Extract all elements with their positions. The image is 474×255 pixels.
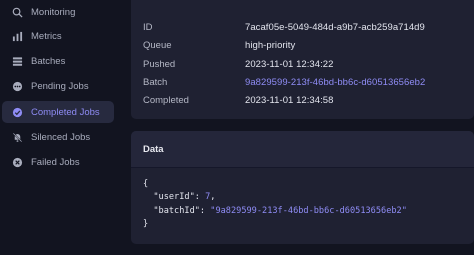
json-value-batch-id: "9a829599-213f-46bd-bb6c-d60513656eb2"	[210, 205, 407, 216]
detail-row-pushed: Pushed 2023-11-01 12:34:22	[143, 57, 474, 71]
sidebar-item-completed-jobs[interactable]: Completed Jobs	[2, 101, 114, 123]
sidebar-item-label: Failed Jobs	[31, 156, 80, 168]
sidebar-item-label: Silenced Jobs	[31, 131, 91, 143]
horizon-app: Monitoring Metrics Batches Pending Jobs …	[0, 0, 474, 255]
search-icon	[11, 6, 23, 18]
stack-icon	[11, 55, 23, 67]
job-data-json: { "userId": 7, "batchId": "9a829599-213f…	[143, 179, 407, 230]
data-card: Data { "userId": 7, "batchId": "9a829599…	[131, 131, 474, 244]
detail-row-id: ID 7acaf05e-5049-484d-a9b7-acb259a714d9	[143, 20, 474, 34]
sidebar-item-failed-jobs[interactable]: Failed Jobs	[2, 151, 114, 173]
pending-icon	[11, 80, 23, 92]
x-circle-icon	[11, 156, 23, 168]
detail-label: Pushed	[143, 58, 176, 70]
json-open-brace: {	[143, 179, 149, 189]
sidebar-item-label: Completed Jobs	[31, 106, 100, 118]
sidebar-item-label: Pending Jobs	[31, 80, 89, 92]
job-details-card: ID 7acaf05e-5049-484d-a9b7-acb259a714d9 …	[131, 0, 474, 119]
sidebar-item-silenced-jobs[interactable]: Silenced Jobs	[2, 126, 114, 148]
sidebar-item-label: Metrics	[31, 30, 62, 42]
bell-off-icon	[11, 131, 23, 143]
json-key-batch-id: "batchId":	[153, 205, 211, 216]
completed-value: 2023-11-01 12:34:58	[245, 94, 334, 106]
detail-label: Batch	[143, 76, 168, 88]
sidebar-item-pending-jobs[interactable]: Pending Jobs	[2, 75, 114, 97]
detail-row-batch: Batch 9a829599-213f-46bd-bb6c-d60513656e…	[143, 75, 474, 89]
sidebar-item-batches[interactable]: Batches	[2, 50, 114, 72]
sidebar-item-label: Batches	[31, 55, 66, 67]
detail-row-completed: Completed 2023-11-01 12:34:58	[143, 93, 474, 107]
pushed-value: 2023-11-01 12:34:22	[245, 58, 334, 70]
job-id-value: 7acaf05e-5049-484d-a9b7-acb259a714d9	[245, 21, 425, 33]
bar-chart-icon	[11, 30, 23, 42]
batch-link[interactable]: 9a829599-213f-46bd-bb6c-d60513656eb2	[245, 77, 425, 88]
detail-row-queue: Queue high-priority	[143, 38, 474, 52]
sidebar-item-metrics[interactable]: Metrics	[2, 25, 114, 47]
sidebar: Monitoring Metrics Batches Pending Jobs …	[0, 0, 118, 255]
detail-label: Completed	[143, 94, 189, 106]
detail-label: Queue	[143, 39, 172, 51]
json-key-user-id: "userId":	[153, 192, 206, 203]
sidebar-item-monitoring[interactable]: Monitoring	[2, 1, 114, 23]
sidebar-item-label: Monitoring	[31, 6, 76, 18]
check-circle-icon	[11, 106, 23, 118]
json-close-brace: }	[143, 219, 149, 230]
data-card-title: Data	[131, 131, 474, 168]
detail-label: ID	[143, 21, 153, 33]
json-value-user-id: 7	[205, 192, 211, 203]
queue-value: high-priority	[245, 39, 296, 51]
